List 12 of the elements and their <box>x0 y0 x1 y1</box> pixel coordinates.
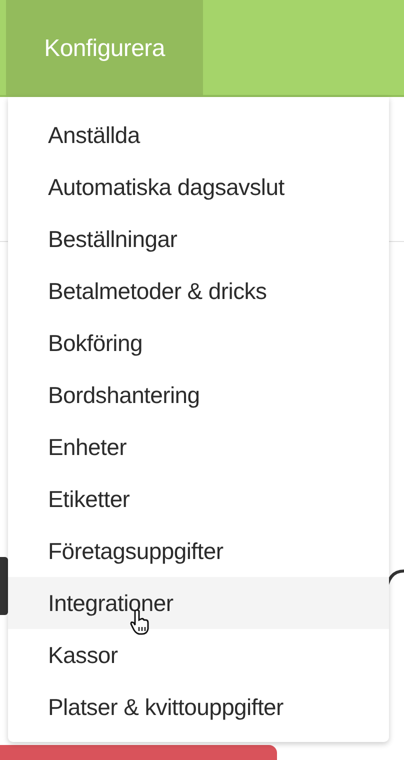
menu-item[interactable]: Automatiska dagsavslut <box>8 161 389 213</box>
button[interactable] <box>0 745 277 760</box>
menu-item[interactable]: Etiketter <box>8 473 389 525</box>
menu-item[interactable]: Betalmetoder & dricks <box>8 265 389 317</box>
menu-item[interactable]: Bordshantering <box>8 369 389 421</box>
menu-item[interactable]: Anställda <box>8 109 389 161</box>
menu-item[interactable]: Beställningar <box>8 213 389 265</box>
menu-item[interactable]: Enheter <box>8 421 389 473</box>
menu-item[interactable]: Bokföring <box>8 317 389 369</box>
menu-item[interactable]: Kassor <box>8 629 389 681</box>
menu-item[interactable]: Företagsuppgifter <box>8 525 389 577</box>
menu-item[interactable]: Platser & kvittouppgifter <box>8 681 389 733</box>
